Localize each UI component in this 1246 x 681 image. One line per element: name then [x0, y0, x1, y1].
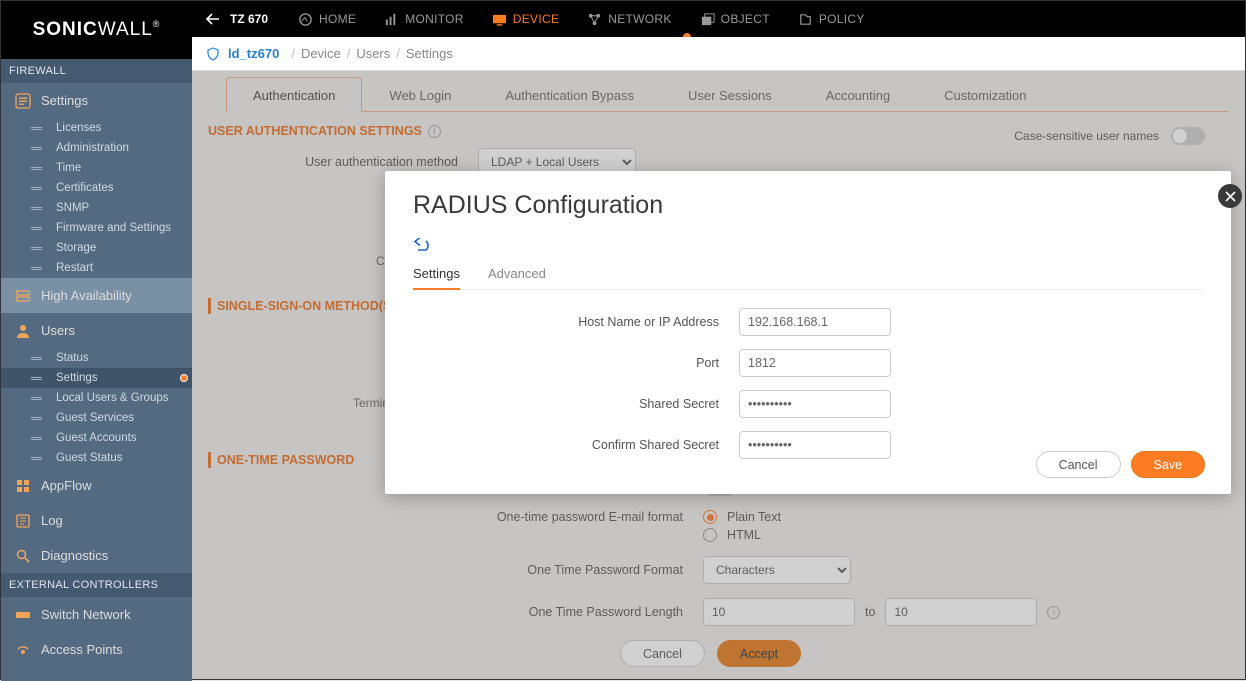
brand-logo: SONICWALL®: [1, 1, 192, 59]
sidebar-item-log[interactable]: Log: [1, 503, 192, 538]
sidebar-sub-guest-services[interactable]: Guest Services: [1, 408, 192, 428]
modal-close-button[interactable]: [1218, 184, 1242, 208]
sidebar-sub-firmware[interactable]: Firmware and Settings: [1, 218, 192, 238]
breadcrumb: ld_tz670 /Device /Users /Settings: [192, 37, 1245, 71]
sidebar-section-firewall: FIREWALL: [1, 59, 192, 83]
device-model: TZ 670: [230, 12, 268, 26]
label-confirm-secret: Confirm Shared Secret: [413, 438, 739, 452]
settings-icon: [15, 93, 31, 109]
modal-tab-advanced[interactable]: Advanced: [488, 266, 546, 289]
nav-monitor[interactable]: MONITOR: [384, 12, 464, 27]
sidebar-item-high-availability[interactable]: High Availability: [1, 278, 192, 313]
sidebar-sub-user-settings[interactable]: Settings: [1, 368, 192, 388]
sidebar-item-appflow[interactable]: AppFlow: [1, 468, 192, 503]
dash-icon: [31, 127, 42, 130]
appflow-icon: [15, 478, 31, 494]
modal-tabs: Settings Advanced: [413, 266, 1203, 290]
log-icon: [15, 513, 31, 529]
sidebar-item-settings[interactable]: Settings: [1, 83, 192, 118]
label-host: Host Name or IP Address: [413, 315, 739, 329]
nav-object[interactable]: OBJECT: [700, 12, 770, 27]
breadcrumb-device[interactable]: Device: [301, 46, 341, 61]
breadcrumb-settings: Settings: [406, 46, 453, 61]
sidebar-sub-guest-accounts[interactable]: Guest Accounts: [1, 428, 192, 448]
sidebar-item-diagnostics[interactable]: Diagnostics: [1, 538, 192, 573]
sidebar-sub-status[interactable]: Status: [1, 348, 192, 368]
diagnostics-icon: [15, 548, 31, 564]
label-port: Port: [413, 356, 739, 370]
modal-cancel-button[interactable]: Cancel: [1036, 451, 1121, 478]
sidebar-sub-snmp[interactable]: SNMP: [1, 198, 192, 218]
input-shared-secret[interactable]: [739, 390, 891, 418]
nav-device[interactable]: DEVICE: [492, 12, 559, 27]
sidebar-item-switch[interactable]: Switch Network: [1, 597, 192, 632]
device-icon: [492, 12, 507, 27]
shield-icon: [206, 47, 220, 61]
sidebar-sub-local-users[interactable]: Local Users & Groups: [1, 388, 192, 408]
sidebar-settings-label: Settings: [41, 93, 88, 108]
input-confirm-secret[interactable]: [739, 431, 891, 459]
sidebar-sub-storage[interactable]: Storage: [1, 238, 192, 258]
network-icon: [587, 12, 602, 27]
sidebar-sub-time[interactable]: Time: [1, 158, 192, 178]
sidebar-sub-restart[interactable]: Restart: [1, 258, 192, 278]
home-icon: [298, 12, 313, 27]
breadcrumb-root[interactable]: ld_tz670: [228, 46, 279, 61]
switch-icon: [15, 607, 31, 623]
sidebar: SONICWALL® FIREWALL Settings Licenses Ad…: [1, 1, 192, 681]
input-port[interactable]: [739, 349, 891, 377]
sidebar-sub-guest-status[interactable]: Guest Status: [1, 448, 192, 468]
sidebar-sub-administration[interactable]: Administration: [1, 138, 192, 158]
label-shared-secret: Shared Secret: [413, 397, 739, 411]
sidebar-sub-certificates[interactable]: Certificates: [1, 178, 192, 198]
collapse-icon[interactable]: [206, 12, 220, 26]
sidebar-sub-licenses[interactable]: Licenses: [1, 118, 192, 138]
breadcrumb-users[interactable]: Users: [356, 46, 390, 61]
sidebar-item-access-points[interactable]: Access Points: [1, 632, 192, 667]
modal-radius-config: RADIUS Configuration Settings Advanced H…: [385, 171, 1231, 494]
sidebar-item-users[interactable]: Users: [1, 313, 192, 348]
nav-home[interactable]: HOME: [298, 12, 356, 27]
active-dot-icon: [180, 374, 188, 382]
sidebar-section-external: EXTERNAL CONTROLLERS: [1, 573, 192, 597]
users-icon: [15, 323, 31, 339]
ap-icon: [15, 642, 31, 658]
top-nav: TZ 670 HOME MONITOR DEVICE NETWORK OBJEC…: [192, 1, 1245, 37]
nav-network[interactable]: NETWORK: [587, 12, 671, 27]
modal-back-button[interactable]: [413, 238, 430, 253]
back-arrow-icon: [413, 238, 430, 253]
policy-icon: [798, 12, 813, 27]
object-icon: [700, 12, 715, 27]
modal-tab-settings[interactable]: Settings: [413, 266, 460, 290]
ha-icon: [15, 288, 31, 304]
modal-title: RADIUS Configuration: [413, 191, 1203, 220]
input-host[interactable]: [739, 308, 891, 336]
nav-policy[interactable]: POLICY: [798, 12, 865, 27]
monitor-icon: [384, 12, 399, 27]
close-icon: [1225, 191, 1236, 202]
modal-save-button[interactable]: Save: [1131, 451, 1206, 478]
